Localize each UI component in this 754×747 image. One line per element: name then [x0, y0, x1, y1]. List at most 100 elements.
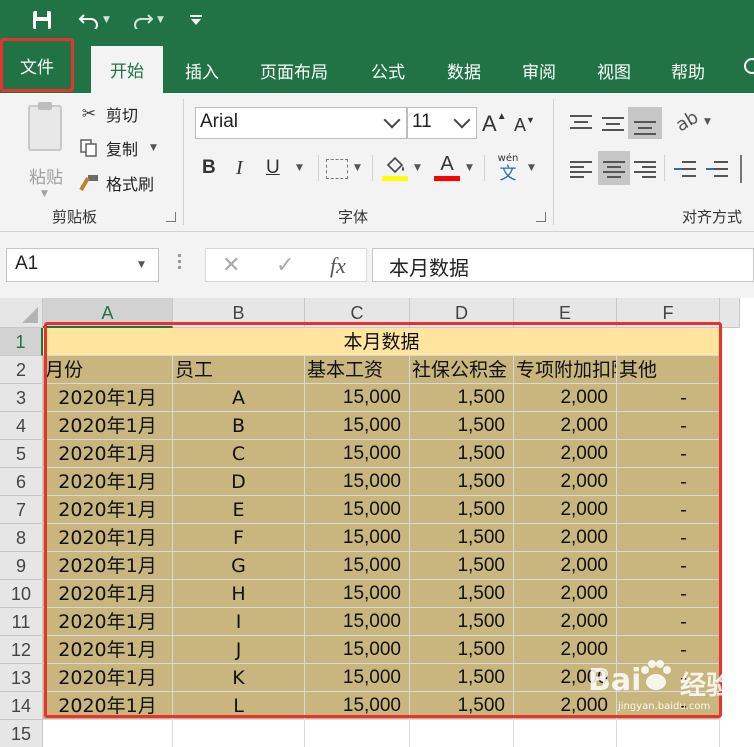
table-cell[interactable]: - — [617, 468, 720, 496]
fill-color-dropdown-icon[interactable]: ▼ — [414, 163, 421, 173]
table-cell[interactable]: 2020年1月 — [43, 608, 173, 636]
table-cell[interactable]: F — [173, 524, 305, 552]
table-cell[interactable]: 1,500 — [410, 552, 514, 580]
font-size-select[interactable]: 11 — [407, 107, 477, 139]
table-cell[interactable]: - — [617, 412, 720, 440]
copy-button[interactable]: 复制 ▼ — [78, 135, 157, 161]
table-cell[interactable]: 1,500 — [410, 440, 514, 468]
header-cell[interactable]: 其他 — [617, 356, 720, 384]
redo-dropdown-icon[interactable]: ▼ — [157, 15, 164, 25]
tab-review[interactable]: 审阅 — [505, 48, 573, 93]
undo-dropdown-icon[interactable]: ▼ — [103, 15, 110, 25]
redo-icon[interactable]: ▼ — [126, 6, 170, 34]
table-cell[interactable]: 1,500 — [410, 580, 514, 608]
row-header-14[interactable]: 14 — [0, 692, 43, 720]
table-cell[interactable]: 2,000 — [514, 636, 617, 664]
table-cell[interactable]: 2020年1月 — [43, 636, 173, 664]
table-cell[interactable]: B — [173, 412, 305, 440]
table-cell[interactable]: 2020年1月 — [43, 440, 173, 468]
tab-file[interactable]: 文件 — [0, 38, 74, 92]
table-cell[interactable]: 15,000 — [305, 692, 410, 720]
table-cell[interactable]: 2,000 — [514, 664, 617, 692]
formula-input[interactable]: 本月数据 — [372, 248, 754, 282]
table-cell[interactable]: 2,000 — [514, 692, 617, 720]
table-cell[interactable]: 1,500 — [410, 384, 514, 412]
align-top-icon[interactable] — [570, 113, 592, 133]
table-cell[interactable]: - — [617, 496, 720, 524]
table-cell[interactable]: 2,000 — [514, 580, 617, 608]
column-header-e[interactable]: E — [514, 298, 617, 328]
borders-icon[interactable] — [326, 159, 348, 179]
table-cell[interactable]: 15,000 — [305, 412, 410, 440]
header-cell[interactable]: 社保公积金 — [410, 356, 514, 384]
table-cell[interactable]: 15,000 — [305, 524, 410, 552]
table-cell[interactable]: 2,000 — [514, 440, 617, 468]
align-middle-icon[interactable] — [602, 113, 624, 133]
column-header-c[interactable]: C — [305, 298, 410, 328]
underline-button[interactable]: U — [266, 157, 280, 179]
table-cell[interactable]: 1,500 — [410, 664, 514, 692]
phonetic-guide-button[interactable]: wén 文 — [494, 153, 522, 185]
table-cell[interactable]: 2020年1月 — [43, 552, 173, 580]
undo-icon[interactable]: ▼ — [72, 6, 116, 34]
row-header-1[interactable]: 1 — [0, 328, 43, 356]
tab-insert[interactable]: 插入 — [168, 48, 236, 93]
table-cell[interactable]: 1,500 — [410, 608, 514, 636]
table-cell[interactable]: - — [617, 580, 720, 608]
empty-cell[interactable] — [173, 720, 305, 747]
row-header-12[interactable]: 12 — [0, 636, 43, 664]
empty-cell[interactable] — [617, 720, 720, 747]
wrap-text-icon[interactable] — [740, 155, 754, 183]
table-cell[interactable]: 2,000 — [514, 524, 617, 552]
table-cell[interactable]: 15,000 — [305, 636, 410, 664]
tab-formulas[interactable]: 公式 — [354, 48, 422, 93]
table-cell[interactable]: 15,000 — [305, 580, 410, 608]
table-cell[interactable]: J — [173, 636, 305, 664]
tab-home[interactable]: 开始 — [91, 46, 163, 93]
customize-toolbar-icon[interactable] — [184, 6, 208, 34]
table-cell[interactable]: D — [173, 468, 305, 496]
table-cell[interactable]: 15,000 — [305, 468, 410, 496]
table-cell[interactable]: - — [617, 692, 720, 720]
fill-color-button[interactable] — [382, 155, 408, 183]
tab-data[interactable]: 数据 — [430, 48, 498, 93]
name-box-dropdown-icon[interactable]: ▼ — [138, 260, 145, 270]
row-header-7[interactable]: 7 — [0, 496, 43, 524]
header-cell[interactable]: 专项附加扣除 — [514, 356, 617, 384]
tab-help[interactable]: 帮助 — [654, 48, 722, 93]
orientation-icon[interactable]: ab — [672, 107, 702, 136]
table-cell[interactable]: 2020年1月 — [43, 580, 173, 608]
table-cell[interactable]: 15,000 — [305, 440, 410, 468]
merged-title-cell[interactable]: 本月数据 — [43, 328, 720, 356]
font-launcher-icon[interactable] — [536, 212, 546, 222]
table-cell[interactable]: 2020年1月 — [43, 496, 173, 524]
tab-view[interactable]: 视图 — [580, 48, 648, 93]
column-header-d[interactable]: D — [410, 298, 514, 328]
save-icon[interactable] — [28, 6, 56, 34]
table-cell[interactable]: K — [173, 664, 305, 692]
table-cell[interactable]: 15,000 — [305, 496, 410, 524]
table-cell[interactable]: 2020年1月 — [43, 468, 173, 496]
table-cell[interactable]: 1,500 — [410, 412, 514, 440]
select-all-button[interactable] — [0, 298, 43, 328]
table-cell[interactable]: 2,000 — [514, 412, 617, 440]
row-header-5[interactable]: 5 — [0, 440, 43, 468]
borders-dropdown-icon[interactable]: ▼ — [354, 163, 361, 173]
tab-page-layout[interactable]: 页面布局 — [244, 48, 344, 93]
font-color-dropdown-icon[interactable]: ▼ — [466, 163, 473, 173]
table-cell[interactable]: E — [173, 496, 305, 524]
row-header-3[interactable]: 3 — [0, 384, 43, 412]
empty-cell[interactable] — [514, 720, 617, 747]
empty-cell[interactable] — [410, 720, 514, 747]
header-cell[interactable]: 基本工资 — [305, 356, 410, 384]
format-painter-button[interactable]: 格式刷 — [78, 170, 154, 196]
orientation-dropdown-icon[interactable]: ▼ — [704, 117, 711, 127]
table-cell[interactable]: A — [173, 384, 305, 412]
font-color-button[interactable]: A — [434, 153, 460, 183]
row-header-2[interactable]: 2 — [0, 356, 43, 384]
row-header-6[interactable]: 6 — [0, 468, 43, 496]
table-cell[interactable]: 2020年1月 — [43, 524, 173, 552]
cancel-icon[interactable]: ✕ — [222, 253, 240, 278]
search-icon[interactable] — [744, 58, 754, 74]
grow-font-icon[interactable]: A▲ — [482, 111, 507, 137]
